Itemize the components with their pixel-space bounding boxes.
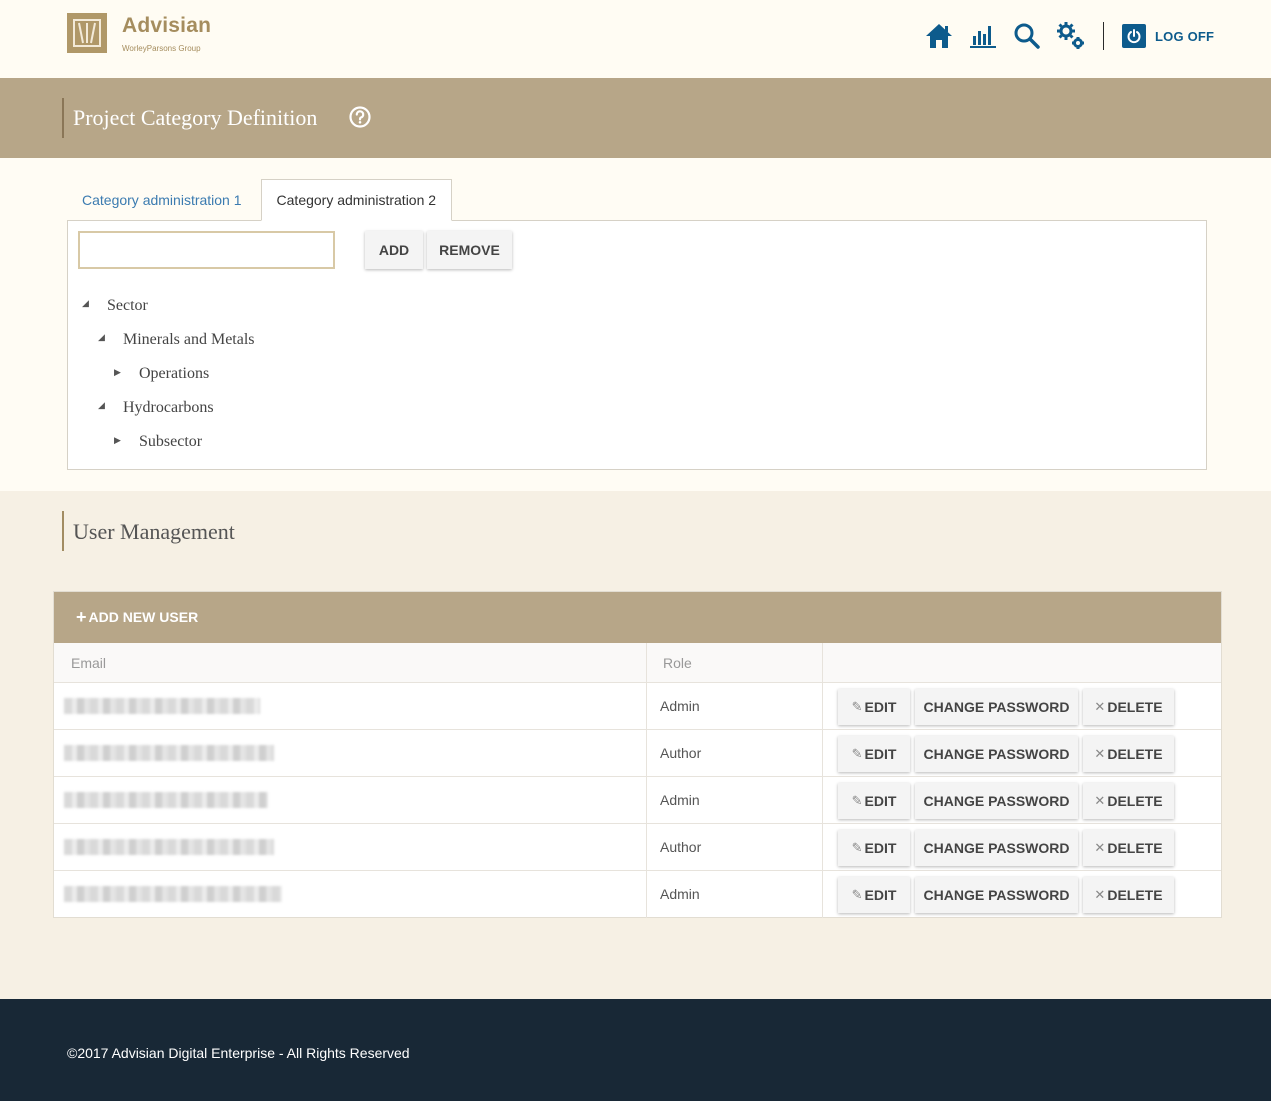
title-band: Project Category Definition — [0, 78, 1271, 158]
power-icon — [1122, 24, 1146, 48]
logo-mark-icon — [67, 13, 107, 53]
gears-icon[interactable] — [1055, 20, 1087, 52]
edit-user-button[interactable]: ✎ EDIT — [838, 830, 910, 866]
section-accent-bar — [62, 511, 64, 551]
category-panel: ADD REMOVE ◢ Sector ◢ Minerals and Metal… — [67, 220, 1207, 470]
pencil-icon: ✎ — [851, 840, 863, 856]
email-redacted — [64, 745, 274, 761]
role-cell: Admin — [660, 792, 700, 808]
tree-node-sector[interactable]: Sector — [107, 297, 148, 315]
main-nav — [923, 20, 1099, 52]
add-new-user-label: ADD NEW USER — [88, 609, 199, 625]
change-password-button[interactable]: CHANGE PASSWORD — [915, 877, 1078, 913]
pencil-icon: ✎ — [851, 746, 863, 762]
table-row: Author ✎ EDIT CHANGE PASSWORD ✕ DELETE — [54, 824, 1221, 871]
users-table-toolbar: + ADD NEW USER — [54, 592, 1221, 643]
footer: ©2017 Advisian Digital Enterprise - All … — [0, 999, 1271, 1101]
change-password-button[interactable]: CHANGE PASSWORD — [915, 783, 1078, 819]
column-header-email[interactable]: Email — [54, 643, 646, 683]
pencil-icon: ✎ — [851, 699, 863, 715]
category-name-input[interactable] — [78, 231, 335, 269]
collapse-triangle-icon[interactable]: ◢ — [98, 333, 105, 343]
close-icon: ✕ — [1094, 746, 1106, 762]
role-cell: Admin — [660, 698, 700, 714]
column-divider — [646, 643, 647, 918]
email-redacted — [64, 886, 282, 902]
column-header-role[interactable]: Role — [647, 643, 822, 683]
email-redacted — [64, 792, 268, 808]
email-redacted — [64, 839, 274, 855]
delete-user-button[interactable]: ✕ DELETE — [1083, 830, 1174, 866]
top-bar: Advisian WorleyParsons Group LOG OFF — [0, 0, 1271, 78]
tree-node-operations[interactable]: Operations — [139, 365, 209, 383]
add-category-button[interactable]: ADD — [365, 231, 423, 269]
table-row: Admin ✎ EDIT CHANGE PASSWORD ✕ DELETE — [54, 777, 1221, 824]
change-password-button[interactable]: CHANGE PASSWORD — [915, 689, 1078, 725]
remove-category-button[interactable]: REMOVE — [427, 231, 512, 269]
advisian-logo[interactable]: Advisian WorleyParsons Group — [67, 13, 211, 54]
edit-user-button[interactable]: ✎ EDIT — [838, 689, 910, 725]
pencil-icon: ✎ — [851, 887, 863, 903]
close-icon: ✕ — [1094, 887, 1106, 903]
page-title: Project Category Definition — [73, 105, 318, 130]
category-tabs: Category administration 1 Category admin… — [67, 179, 453, 221]
add-new-user-button[interactable]: + ADD NEW USER — [76, 607, 199, 627]
change-password-button[interactable]: CHANGE PASSWORD — [915, 830, 1078, 866]
plus-icon: + — [76, 607, 87, 627]
tree-node-minerals-and-metals[interactable]: Minerals and Metals — [123, 331, 255, 349]
delete-user-button[interactable]: ✕ DELETE — [1083, 689, 1174, 725]
home-icon[interactable] — [923, 20, 955, 52]
footer-copyright: ©2017 Advisian Digital Enterprise - All … — [67, 1045, 410, 1061]
delete-user-button[interactable]: ✕ DELETE — [1083, 736, 1174, 772]
search-icon[interactable] — [1011, 20, 1043, 52]
role-cell: Author — [660, 745, 702, 761]
expand-triangle-icon[interactable]: ▶ — [114, 436, 121, 446]
collapse-triangle-icon[interactable]: ◢ — [98, 401, 105, 411]
collapse-triangle-icon[interactable]: ◢ — [82, 299, 89, 309]
role-cell: Admin — [660, 886, 700, 902]
category-section: Category administration 1 Category admin… — [0, 158, 1271, 491]
logoff-label: LOG OFF — [1155, 28, 1215, 44]
edit-user-button[interactable]: ✎ EDIT — [838, 783, 910, 819]
chart-icon[interactable] — [967, 20, 999, 52]
table-row: Admin ✎ EDIT CHANGE PASSWORD ✕ DELETE — [54, 683, 1221, 730]
brand-subtitle: WorleyParsons Group — [122, 44, 201, 53]
edit-user-button[interactable]: ✎ EDIT — [838, 736, 910, 772]
tab-category-administration-1[interactable]: Category administration 1 — [67, 179, 257, 221]
edit-user-button[interactable]: ✎ EDIT — [838, 877, 910, 913]
table-row: Admin ✎ EDIT CHANGE PASSWORD ✕ DELETE — [54, 871, 1221, 918]
user-management-section: User Management + ADD NEW USER Email Rol… — [0, 491, 1271, 999]
role-cell: Author — [660, 839, 702, 855]
column-header-actions — [823, 643, 1221, 683]
change-password-button[interactable]: CHANGE PASSWORD — [915, 736, 1078, 772]
brand-name: Advisian — [122, 14, 212, 37]
close-icon: ✕ — [1094, 699, 1106, 715]
nav-separator — [1103, 22, 1104, 50]
tab-category-administration-2[interactable]: Category administration 2 — [260, 179, 453, 221]
expand-triangle-icon[interactable]: ▶ — [114, 368, 121, 378]
delete-user-button[interactable]: ✕ DELETE — [1083, 877, 1174, 913]
email-redacted — [64, 698, 260, 714]
tree-node-hydrocarbons[interactable]: Hydrocarbons — [123, 399, 214, 417]
close-icon: ✕ — [1094, 840, 1106, 856]
question-circle-icon[interactable] — [349, 106, 371, 133]
table-row: Author ✎ EDIT CHANGE PASSWORD ✕ DELETE — [54, 730, 1221, 777]
users-table: + ADD NEW USER Email Role Admin ✎ EDIT CH… — [53, 591, 1222, 918]
delete-user-button[interactable]: ✕ DELETE — [1083, 783, 1174, 819]
column-divider — [822, 643, 823, 918]
close-icon: ✕ — [1094, 793, 1106, 809]
tree-node-subsector[interactable]: Subsector — [139, 433, 202, 451]
logoff-button[interactable]: LOG OFF — [1122, 24, 1214, 48]
pencil-icon: ✎ — [851, 793, 863, 809]
user-management-title: User Management — [73, 519, 235, 544]
title-accent-bar — [62, 98, 64, 138]
